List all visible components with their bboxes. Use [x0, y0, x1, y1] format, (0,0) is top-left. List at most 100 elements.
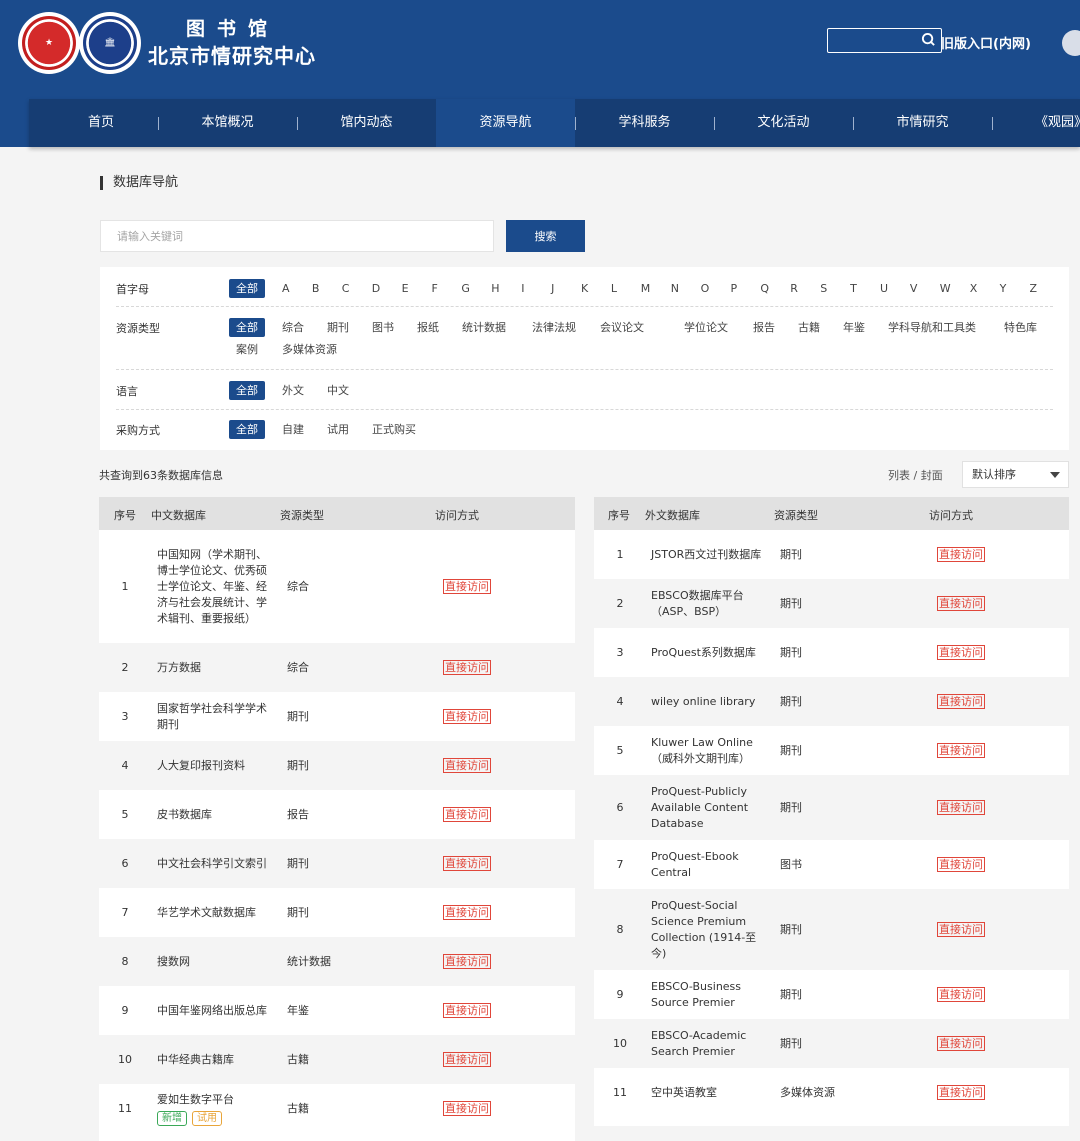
- database-name[interactable]: 空中英语教室: [651, 1068, 767, 1117]
- filter-purchase-option[interactable]: 自建: [282, 420, 304, 439]
- filter-letter-option[interactable]: C: [342, 279, 350, 298]
- administration-institute-seal-icon[interactable]: 🏛: [79, 12, 141, 74]
- database-name-text[interactable]: 皮书数据库: [157, 807, 212, 823]
- nav-item-news[interactable]: 馆内动态: [297, 99, 436, 147]
- filter-type-option[interactable]: 图书: [372, 318, 394, 337]
- direct-access-link[interactable]: 直接访问: [443, 1003, 491, 1018]
- database-name[interactable]: 人大复印报刊资料: [157, 741, 269, 790]
- database-name[interactable]: 搜数网: [157, 937, 269, 986]
- database-name-text[interactable]: 空中英语教室: [651, 1085, 717, 1101]
- filter-language-all[interactable]: 全部: [229, 381, 265, 400]
- filter-letter-option[interactable]: M: [641, 279, 651, 298]
- filter-type-option[interactable]: 期刊: [327, 318, 349, 337]
- filter-type-option[interactable]: 多媒体资源: [282, 340, 337, 359]
- database-name[interactable]: ProQuest系列数据库: [651, 628, 767, 677]
- database-name[interactable]: 爱如生数字平台 新增 试用: [157, 1084, 269, 1133]
- filter-letter-option[interactable]: N: [671, 279, 679, 298]
- direct-access-link[interactable]: 直接访问: [937, 800, 985, 815]
- direct-access-link[interactable]: 直接访问: [443, 905, 491, 920]
- database-name-text[interactable]: ProQuest系列数据库: [651, 645, 756, 661]
- database-name[interactable]: 华艺学术文献数据库: [157, 888, 269, 937]
- filter-type-option[interactable]: 学位论文: [684, 318, 728, 337]
- filter-type-option[interactable]: 统计数据: [462, 318, 506, 337]
- filter-language-option[interactable]: 外文: [282, 381, 304, 400]
- database-name[interactable]: 中文社会科学引文索引: [157, 839, 269, 888]
- filter-letter-option[interactable]: Q: [760, 279, 769, 298]
- database-name[interactable]: 国家哲学社会科学学术期刊: [157, 692, 269, 741]
- nav-item-about[interactable]: 本馆概况: [158, 99, 297, 147]
- filter-letter-option[interactable]: Z: [1030, 279, 1038, 298]
- database-name-text[interactable]: 中国知网（学术期刊、博士学位论文、优秀硕士学位论文、年鉴、经济与社会发展统计、学…: [157, 547, 269, 627]
- filter-type-option[interactable]: 会议论文: [600, 318, 644, 337]
- search-icon[interactable]: [921, 32, 936, 47]
- nav-item-home[interactable]: 首页: [29, 99, 173, 147]
- database-name-text[interactable]: ProQuest-Publicly Available Content Data…: [651, 784, 767, 832]
- database-name-text[interactable]: JSTOR西文过刊数据库: [651, 547, 761, 563]
- filter-letter-option[interactable]: S: [820, 279, 827, 298]
- database-name-text[interactable]: ProQuest-Social Science Premium Collecti…: [651, 898, 767, 962]
- direct-access-link[interactable]: 直接访问: [443, 807, 491, 822]
- filter-letter-option[interactable]: J: [551, 279, 554, 298]
- database-name-text[interactable]: 中国年鉴网络出版总库: [157, 1003, 267, 1019]
- database-name[interactable]: 万方数据: [157, 643, 269, 692]
- nav-item-city-research[interactable]: 市情研究: [853, 99, 992, 147]
- database-name[interactable]: 中国知网（学术期刊、博士学位论文、优秀硕士学位论文、年鉴、经济与社会发展统计、学…: [157, 530, 269, 643]
- filter-letter-option[interactable]: U: [880, 279, 888, 298]
- direct-access-link[interactable]: 直接访问: [937, 922, 985, 937]
- database-name-text[interactable]: 中文社会科学引文索引: [157, 856, 267, 872]
- filter-letter-option[interactable]: H: [491, 279, 499, 298]
- database-name-text[interactable]: EBSCO-Academic Search Premier: [651, 1028, 767, 1060]
- filter-letter-option[interactable]: V: [910, 279, 918, 298]
- filter-letter-option[interactable]: R: [790, 279, 798, 298]
- database-name-text[interactable]: 爱如生数字平台: [157, 1092, 234, 1108]
- database-name-text[interactable]: 华艺学术文献数据库: [157, 905, 256, 921]
- filter-type-all[interactable]: 全部: [229, 318, 265, 337]
- nav-item-guanyuan[interactable]: 《观园》: [1035, 99, 1080, 147]
- search-button[interactable]: 搜索: [506, 220, 585, 252]
- database-name[interactable]: ProQuest-Ebook Central: [651, 840, 767, 889]
- user-avatar-icon[interactable]: [1062, 30, 1080, 56]
- direct-access-link[interactable]: 直接访问: [937, 645, 985, 660]
- filter-type-option[interactable]: 综合: [282, 318, 304, 337]
- filter-letter-option[interactable]: K: [581, 279, 588, 298]
- database-name-text[interactable]: EBSCO数据库平台（ASP、BSP）: [651, 588, 767, 620]
- database-name-text[interactable]: 万方数据: [157, 660, 201, 676]
- filter-letter-option[interactable]: B: [312, 279, 320, 298]
- direct-access-link[interactable]: 直接访问: [443, 579, 491, 594]
- nav-item-subject-services[interactable]: 学科服务: [575, 99, 714, 147]
- direct-access-link[interactable]: 直接访问: [443, 1052, 491, 1067]
- filter-letter-option[interactable]: D: [372, 279, 380, 298]
- database-name[interactable]: ProQuest-Publicly Available Content Data…: [651, 775, 767, 840]
- nav-item-resources[interactable]: 资源导航: [436, 99, 575, 147]
- filter-letter-option[interactable]: O: [701, 279, 710, 298]
- database-name[interactable]: 中华经典古籍库: [157, 1035, 269, 1084]
- direct-access-link[interactable]: 直接访问: [443, 856, 491, 871]
- filter-purchase-option[interactable]: 正式购买: [372, 420, 416, 439]
- direct-access-link[interactable]: 直接访问: [937, 743, 985, 758]
- database-name-text[interactable]: 国家哲学社会科学学术期刊: [157, 701, 269, 733]
- filter-type-option[interactable]: 报纸: [417, 318, 439, 337]
- filter-purchase-option[interactable]: 试用: [327, 420, 349, 439]
- filter-letter-option[interactable]: W: [940, 279, 951, 298]
- database-name[interactable]: Kluwer Law Online（威科外文期刊库）: [651, 726, 767, 775]
- database-name-text[interactable]: Kluwer Law Online（威科外文期刊库）: [651, 735, 767, 767]
- direct-access-link[interactable]: 直接访问: [937, 596, 985, 611]
- direct-access-link[interactable]: 直接访问: [937, 987, 985, 1002]
- filter-letter-option[interactable]: F: [432, 279, 438, 298]
- filter-type-option[interactable]: 报告: [753, 318, 775, 337]
- direct-access-link[interactable]: 直接访问: [443, 709, 491, 724]
- filter-letter-option[interactable]: T: [850, 279, 857, 298]
- direct-access-link[interactable]: 直接访问: [937, 547, 985, 562]
- filter-type-option[interactable]: 特色库: [1004, 318, 1037, 337]
- database-name-text[interactable]: wiley online library: [651, 694, 755, 710]
- filter-type-option[interactable]: 学科导航和工具类: [888, 318, 976, 337]
- filter-letter-option[interactable]: L: [611, 279, 617, 298]
- database-name-text[interactable]: ProQuest-Ebook Central: [651, 849, 767, 881]
- database-name-text[interactable]: 搜数网: [157, 954, 190, 970]
- filter-type-option[interactable]: 年鉴: [843, 318, 865, 337]
- filter-letter-all[interactable]: 全部: [229, 279, 265, 298]
- filter-letter-option[interactable]: A: [282, 279, 290, 298]
- search-input[interactable]: [100, 220, 494, 252]
- database-name[interactable]: ProQuest-Social Science Premium Collecti…: [651, 889, 767, 970]
- filter-purchase-all[interactable]: 全部: [229, 420, 265, 439]
